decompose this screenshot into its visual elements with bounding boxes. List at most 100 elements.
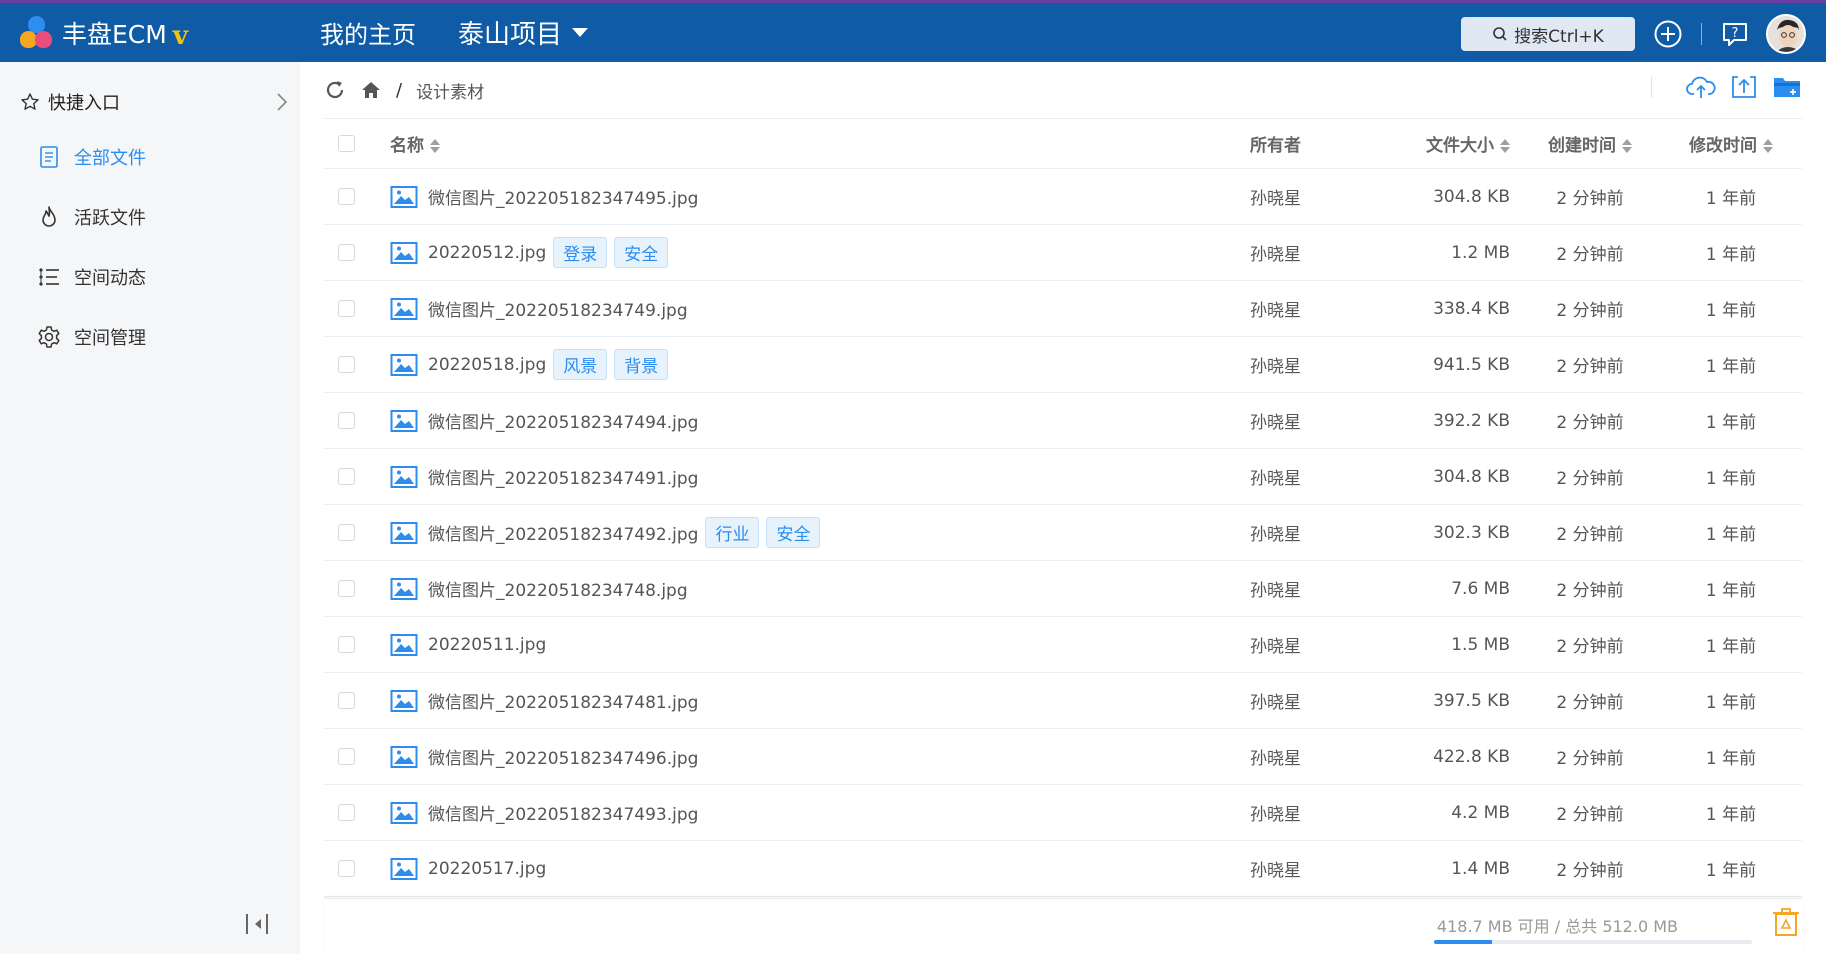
nav-project-dropdown[interactable]: 泰山项目 [458, 14, 589, 51]
table-row[interactable]: 微信图片_202205182347496.jpg 孙晓星 422.8 KB 2 分钟前… [324, 728, 1802, 785]
file-modified: 1 年前 [1660, 784, 1802, 841]
refresh-button[interactable] [324, 79, 346, 101]
file-name[interactable]: 微信图片_202205182347496.jpg [428, 744, 698, 769]
row-checkbox[interactable] [338, 356, 355, 373]
row-checkbox[interactable] [338, 300, 355, 317]
file-name[interactable]: 20220511.jpg [428, 635, 546, 655]
image-file-icon [390, 689, 418, 713]
row-checkbox[interactable] [338, 804, 355, 821]
table-row[interactable]: 微信图片_20220518234748.jpg 孙晓星 7.6 MB 2 分钟前 1 年… [324, 560, 1802, 617]
table-row[interactable]: 微信图片_202205182347481.jpg 孙晓星 397.5 KB 2 分钟前… [324, 672, 1802, 729]
file-tag[interactable]: 行业 [705, 517, 760, 548]
row-checkbox[interactable] [338, 692, 355, 709]
collapse-sidebar-button[interactable] [244, 912, 270, 940]
file-name[interactable]: 微信图片_202205182347481.jpg [428, 688, 698, 713]
file-owner: 孙晓星 [1250, 280, 1380, 337]
column-owner-label: 所有者 [1250, 136, 1301, 156]
home-button[interactable] [360, 79, 382, 101]
help-button[interactable]: ? [1720, 19, 1750, 49]
file-owner: 孙晓星 [1250, 560, 1380, 617]
table-row[interactable]: 微信图片_202205182347491.jpg 孙晓星 304.8 KB 2 分钟前… [324, 448, 1802, 505]
file-name[interactable]: 20220518.jpg [428, 355, 546, 375]
row-checkbox[interactable] [338, 748, 355, 765]
brand[interactable]: 丰盘ECM v [20, 15, 320, 51]
sidebar-item-all-files[interactable]: 全部文件 [36, 144, 146, 170]
table-row[interactable]: 20220512.jpg 登录 安全 孙晓星 1.2 MB 2 分钟前 1 年前 [324, 224, 1802, 281]
column-modified[interactable]: 修改时间 [1660, 118, 1802, 169]
row-checkbox[interactable] [338, 580, 355, 597]
table-row[interactable]: 20220518.jpg 风景 背景 孙晓星 941.5 KB 2 分钟前 1 年前 [324, 336, 1802, 393]
row-checkbox[interactable] [338, 636, 355, 653]
file-modified: 1 年前 [1660, 840, 1802, 897]
top-nav: 我的主页 泰山项目 [320, 14, 630, 51]
file-tag[interactable]: 安全 [766, 517, 821, 548]
quick-access[interactable]: 快捷入口 [20, 84, 288, 120]
select-all-checkbox[interactable] [338, 135, 355, 152]
plus-circle-icon [1654, 20, 1682, 48]
row-check-cell [324, 448, 380, 505]
row-checkbox[interactable] [338, 244, 355, 261]
file-name[interactable]: 微信图片_202205182347494.jpg [428, 408, 698, 433]
row-checkbox[interactable] [338, 412, 355, 429]
table-row[interactable]: 微信图片_202205182347494.jpg 孙晓星 392.2 KB 2 分钟前… [324, 392, 1802, 449]
gear-icon [36, 324, 62, 350]
avatar[interactable] [1766, 14, 1806, 54]
sort-icon [430, 139, 440, 153]
file-tag[interactable]: 安全 [614, 237, 669, 268]
column-size[interactable]: 文件大小 [1380, 118, 1520, 169]
upload-button[interactable] [1686, 74, 1716, 100]
row-checkbox[interactable] [338, 524, 355, 541]
file-actions [1651, 74, 1802, 100]
sidebar-item-space-activity[interactable]: 空间动态 [36, 264, 146, 290]
row-checkbox[interactable] [338, 188, 355, 205]
image-file-icon [390, 577, 418, 601]
sort-icon [1763, 139, 1773, 153]
column-name[interactable]: 名称 [380, 118, 1250, 169]
row-check-cell [324, 784, 380, 841]
home-icon [362, 82, 380, 98]
breadcrumb-current[interactable]: 设计素材 [416, 78, 484, 103]
table-row[interactable]: 微信图片_20220518234749.jpg 孙晓星 338.4 KB 2 分钟前 1… [324, 280, 1802, 337]
row-checkbox[interactable] [338, 860, 355, 877]
table-row[interactable]: 20220517.jpg 孙晓星 1.4 MB 2 分钟前 1 年前 [324, 840, 1802, 897]
table-row[interactable]: 微信图片_202205182347495.jpg 孙晓星 304.8 KB 2 分钟前… [324, 168, 1802, 225]
column-created-label: 创建时间 [1548, 136, 1616, 156]
file-tag[interactable]: 登录 [553, 237, 608, 268]
table-row[interactable]: 20220511.jpg 孙晓星 1.5 MB 2 分钟前 1 年前 [324, 616, 1802, 673]
star-icon [21, 93, 39, 110]
file-owner: 孙晓星 [1250, 448, 1380, 505]
column-created[interactable]: 创建时间 [1520, 118, 1660, 169]
storage-text: 418.7 MB 可用 / 总共 512.0 MB [1436, 917, 1678, 936]
sidebar-item-active-files[interactable]: 活跃文件 [36, 204, 146, 230]
table-row[interactable]: 微信图片_202205182347492.jpg 行业 安全 孙晓星 302.3 KB 2… [324, 504, 1802, 561]
search-button[interactable]: 搜索Ctrl+K [1461, 17, 1635, 51]
file-name[interactable]: 微信图片_20220518234749.jpg [428, 296, 688, 321]
file-name[interactable]: 微信图片_202205182347491.jpg [428, 464, 698, 489]
new-folder-button[interactable] [1772, 74, 1802, 100]
file-modified: 1 年前 [1660, 448, 1802, 505]
row-check-cell [324, 168, 380, 225]
upload-file-button[interactable] [1730, 74, 1758, 100]
file-tag[interactable]: 风景 [553, 349, 608, 380]
file-name[interactable]: 微信图片_202205182347493.jpg [428, 800, 698, 825]
file-modified: 1 年前 [1660, 504, 1802, 561]
sidebar-item-space-settings[interactable]: 空间管理 [36, 324, 146, 350]
recycle-bin-button[interactable] [1772, 907, 1800, 941]
table-row[interactable]: 微信图片_202205182347493.jpg 孙晓星 4.2 MB 2 分钟前 1 … [324, 784, 1802, 841]
file-name[interactable]: 微信图片_202205182347495.jpg [428, 184, 698, 209]
nav-home[interactable]: 我的主页 [320, 15, 416, 50]
file-modified: 1 年前 [1660, 168, 1802, 225]
file-name[interactable]: 20220517.jpg [428, 859, 546, 879]
file-modified: 1 年前 [1660, 336, 1802, 393]
svg-text:?: ? [1732, 26, 1739, 41]
row-checkbox[interactable] [338, 468, 355, 485]
file-name[interactable]: 20220512.jpg [428, 243, 546, 263]
file-name[interactable]: 微信图片_20220518234748.jpg [428, 576, 688, 601]
file-created: 2 分钟前 [1520, 560, 1660, 617]
row-check-cell [324, 840, 380, 897]
storage-bar-fill [1434, 940, 1492, 944]
file-name[interactable]: 微信图片_202205182347492.jpg [428, 520, 698, 545]
file-name-cell: 微信图片_202205182347492.jpg 行业 安全 [380, 504, 1250, 561]
file-tag[interactable]: 背景 [614, 349, 669, 380]
add-button[interactable] [1653, 19, 1683, 49]
